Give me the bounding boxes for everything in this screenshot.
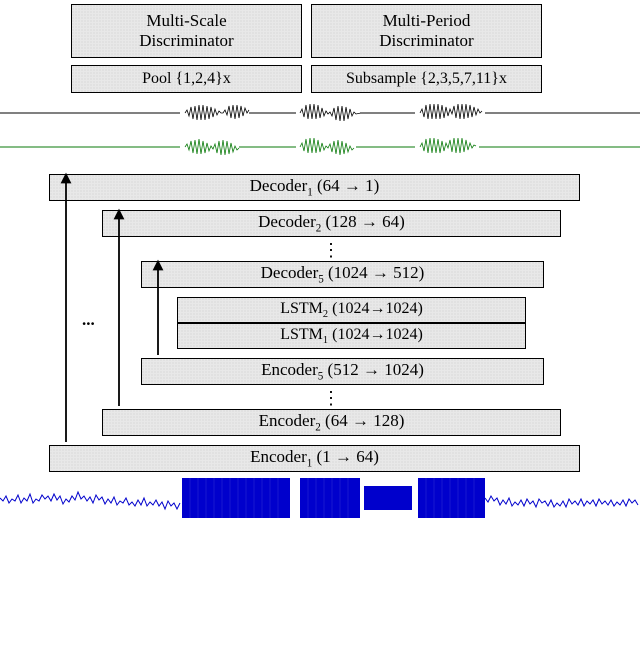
waveform-generated: [0, 130, 640, 164]
waveform-target: [0, 96, 640, 130]
vdots-decoder: ⋮: [322, 240, 340, 261]
box-subsample: Subsample {2,3,5,7,11}x: [311, 65, 542, 93]
skip-arrow-outer: [58, 172, 74, 450]
box-encoder1: Encoder1 (1 → 64): [49, 445, 580, 472]
box-lstm1: LSTM1 (1024→1024): [177, 323, 526, 349]
hdots-skip: ...: [82, 310, 95, 330]
box-encoder5: Encoder5 (512 → 1024): [141, 358, 544, 385]
box-multi-scale-discriminator: Multi-Scale Discriminator: [71, 4, 302, 58]
box-decoder2: Decoder2 (128 → 64): [102, 210, 561, 237]
box-pool: Pool {1,2,4}x: [71, 65, 302, 93]
box-decoder1: Decoder1 (64 → 1): [49, 174, 580, 201]
box-multi-period-discriminator: Multi-Period Discriminator: [311, 4, 542, 58]
vdots-encoder: ⋮: [322, 388, 340, 409]
box-lstm2: LSTM2 (1024→1024): [177, 297, 526, 323]
skip-arrow-mid: [111, 208, 127, 414]
box-encoder2: Encoder2 (64 → 128): [102, 409, 561, 436]
box-decoder5: Decoder5 (1024 → 512): [141, 261, 544, 288]
waveform-input: [0, 478, 640, 638]
